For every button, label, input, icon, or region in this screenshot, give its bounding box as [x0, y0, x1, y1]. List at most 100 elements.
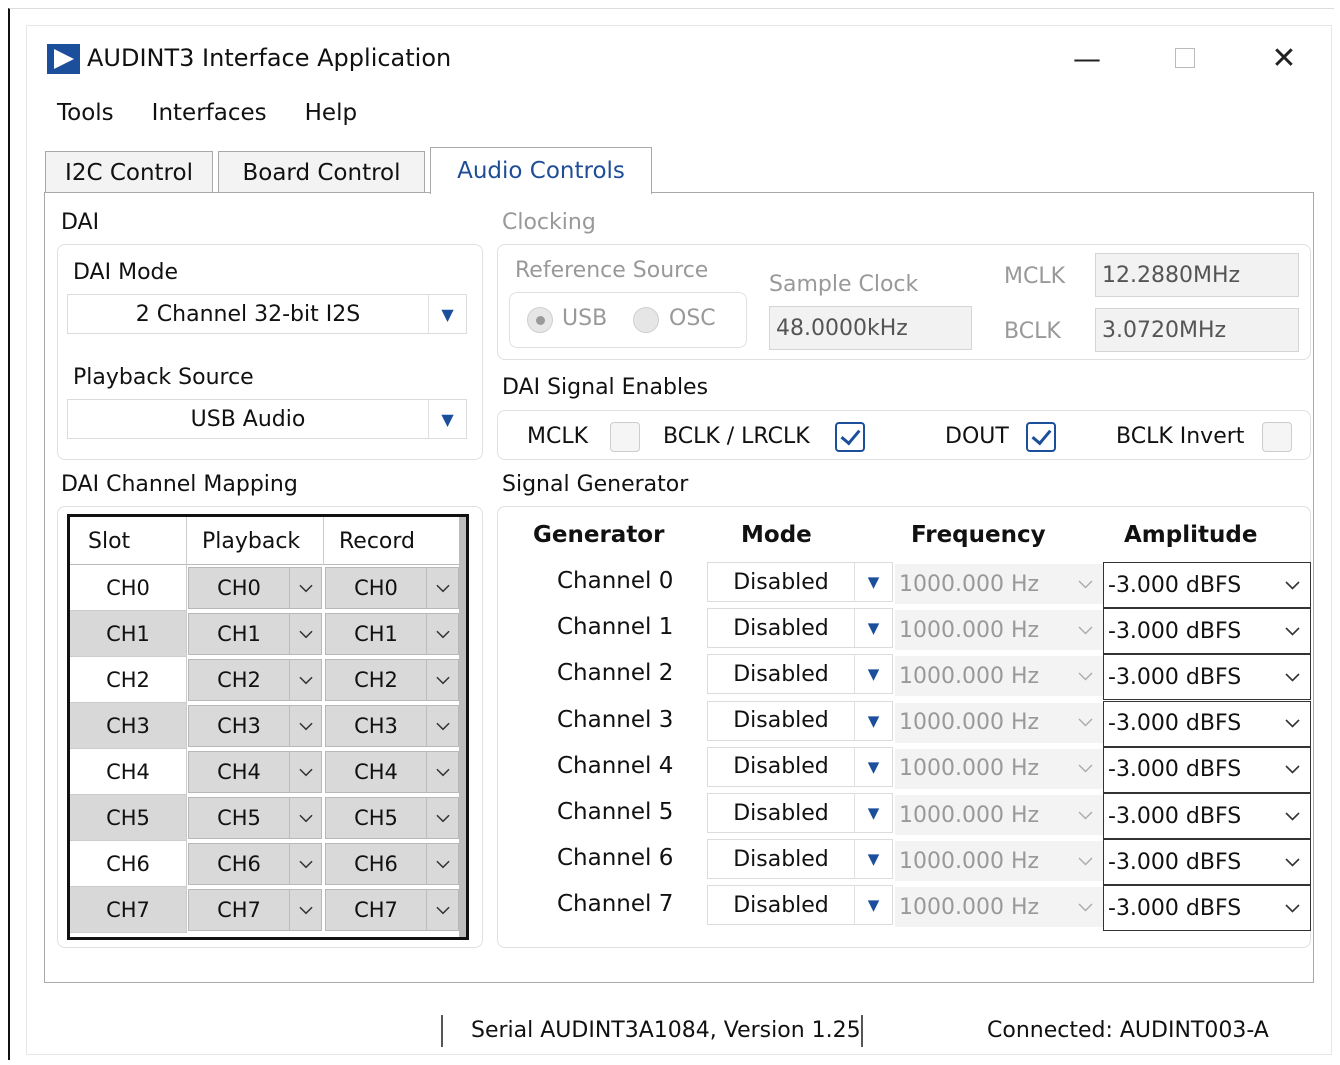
chevron-down-icon	[289, 660, 321, 700]
generator-frequency-select[interactable]: 1000.000 Hz	[895, 841, 1103, 882]
generator-frequency-select[interactable]: 1000.000 Hz	[895, 610, 1103, 651]
generator-row: Channel 3 Disabled ▼ 1000.000 Hz -3.000 dBFS	[527, 700, 1317, 747]
chevron-down-icon	[289, 798, 321, 838]
reference-source-label: Reference Source	[515, 258, 709, 283]
generator-frequency-value: 1000.000 Hz	[899, 756, 1040, 782]
bclk-invert-label: BCLK Invert	[1116, 424, 1245, 449]
bclk-readout: 3.0720MHz	[1095, 308, 1299, 352]
sample-clock-readout: 48.0000kHz	[769, 306, 972, 350]
bclk-invert-checkbox[interactable]	[1262, 422, 1292, 452]
playback-source-select[interactable]: USB Audio ▼	[67, 399, 467, 439]
chevron-down-icon	[426, 844, 458, 884]
generator-mode-select[interactable]: Disabled ▼	[707, 608, 893, 649]
playback-channel-select[interactable]: CH5	[188, 797, 322, 839]
chevron-down-icon	[1067, 626, 1103, 635]
generator-mode-value: Disabled	[733, 892, 829, 918]
generator-amplitude-select[interactable]: -3.000 dBFS	[1103, 562, 1311, 608]
generator-amplitude-value: -3.000 dBFS	[1108, 711, 1242, 737]
menu-tools[interactable]: Tools	[57, 100, 114, 134]
playback-channel-value: CH7	[217, 898, 261, 922]
maximize-icon	[1175, 48, 1195, 68]
dout-enable-label: DOUT	[945, 424, 1009, 449]
playback-channel-value: CH5	[217, 806, 261, 830]
dout-enable-checkbox[interactable]	[1026, 422, 1056, 452]
dropdown-arrow-icon: ▼	[854, 840, 892, 879]
dai-mode-select[interactable]: 2 Channel 32-bit I2S ▼	[67, 294, 467, 334]
record-channel-select[interactable]: CH6	[325, 843, 459, 885]
ref-usb-radio[interactable]	[527, 307, 553, 333]
generator-frequency-value: 1000.000 Hz	[899, 617, 1040, 643]
bclk-label: BCLK	[1004, 319, 1061, 344]
generator-amplitude-value: -3.000 dBFS	[1108, 572, 1242, 598]
chevron-down-icon	[289, 890, 321, 930]
generator-mode-select[interactable]: Disabled ▼	[707, 793, 893, 833]
generator-mode-value: Disabled	[733, 846, 829, 872]
generator-frequency-select[interactable]: 1000.000 Hz	[895, 564, 1103, 604]
playback-channel-select[interactable]: CH6	[188, 843, 322, 885]
dropdown-arrow-icon: ▼	[428, 295, 466, 333]
chevron-down-icon	[289, 568, 321, 608]
mclk-enable-checkbox[interactable]	[610, 422, 640, 452]
generator-mode-select[interactable]: Disabled ▼	[707, 562, 893, 602]
record-channel-select[interactable]: CH7	[325, 889, 459, 931]
mapping-row: CH0 CH0 CH0	[70, 565, 460, 611]
clocking-section-label: Clocking	[502, 210, 596, 235]
generator-mode-select[interactable]: Disabled ▼	[707, 700, 893, 741]
maximize-button[interactable]	[1160, 38, 1210, 78]
playback-channel-select[interactable]: CH4	[188, 751, 322, 793]
record-channel-select[interactable]: CH2	[325, 659, 459, 701]
generator-frequency-select[interactable]: 1000.000 Hz	[895, 795, 1103, 835]
generator-mode-value: Disabled	[733, 615, 829, 641]
minimize-button[interactable]: —	[1062, 38, 1112, 78]
menu-interfaces[interactable]: Interfaces	[152, 100, 267, 134]
record-channel-select[interactable]: CH1	[325, 613, 459, 655]
tab-i2c-control[interactable]: I2C Control	[45, 151, 213, 193]
tab-board-control[interactable]: Board Control	[218, 151, 425, 193]
chevron-down-icon	[426, 890, 458, 930]
generator-amplitude-select[interactable]: -3.000 dBFS	[1103, 608, 1311, 655]
playback-channel-select[interactable]: CH1	[188, 613, 322, 655]
record-channel-select[interactable]: CH3	[325, 705, 459, 747]
chevron-down-icon	[426, 614, 458, 654]
mclk-enable-label: MCLK	[527, 424, 589, 449]
mapping-scrollbar[interactable]	[459, 517, 466, 937]
playback-channel-select[interactable]: CH2	[188, 659, 322, 701]
dropdown-arrow-icon: ▼	[854, 886, 892, 925]
generator-frequency-select[interactable]: 1000.000 Hz	[895, 887, 1103, 928]
generator-amplitude-select[interactable]: -3.000 dBFS	[1103, 654, 1311, 701]
record-channel-select[interactable]: CH0	[325, 567, 459, 609]
status-separator	[441, 1015, 443, 1047]
generator-mode-select[interactable]: Disabled ▼	[707, 746, 893, 787]
mapping-slot-cell: CH0	[70, 565, 187, 611]
generator-mode-select[interactable]: Disabled ▼	[707, 654, 893, 695]
playback-source-value: USB Audio	[190, 406, 306, 432]
mapping-row: CH6 CH6 CH6	[70, 841, 460, 887]
generator-amplitude-select[interactable]: -3.000 dBFS	[1103, 746, 1311, 793]
generator-mode-select[interactable]: Disabled ▼	[707, 885, 893, 926]
menu-help[interactable]: Help	[305, 100, 357, 134]
playback-channel-select[interactable]: CH0	[188, 567, 322, 609]
generator-amplitude-select[interactable]: -3.000 dBFS	[1103, 700, 1311, 747]
record-channel-select[interactable]: CH4	[325, 751, 459, 793]
generator-amplitude-select[interactable]: -3.000 dBFS	[1103, 793, 1311, 839]
generator-frequency-select[interactable]: 1000.000 Hz	[895, 748, 1103, 789]
tab-audio-controls[interactable]: Audio Controls	[430, 147, 652, 194]
bclk-lrclk-enable-checkbox[interactable]	[835, 422, 865, 452]
playback-channel-value: CH2	[217, 668, 261, 692]
chevron-down-icon	[1274, 673, 1310, 682]
ref-osc-radio[interactable]	[633, 307, 659, 333]
generator-amplitude-select[interactable]: -3.000 dBFS	[1103, 885, 1311, 932]
playback-channel-select[interactable]: CH3	[188, 705, 322, 747]
chevron-down-icon	[289, 706, 321, 746]
dropdown-arrow-icon: ▼	[854, 563, 892, 601]
minimize-icon: —	[1073, 41, 1101, 75]
generator-mode-select[interactable]: Disabled ▼	[707, 839, 893, 880]
playback-channel-select[interactable]: CH7	[188, 889, 322, 931]
close-button[interactable]: ✕	[1259, 38, 1309, 78]
record-channel-select[interactable]: CH5	[325, 797, 459, 839]
generator-frequency-select[interactable]: 1000.000 Hz	[895, 702, 1103, 743]
generator-channel-name: Channel 7	[557, 891, 674, 918]
chevron-down-icon	[1067, 580, 1103, 589]
generator-frequency-select[interactable]: 1000.000 Hz	[895, 656, 1103, 697]
generator-amplitude-select[interactable]: -3.000 dBFS	[1103, 839, 1311, 886]
